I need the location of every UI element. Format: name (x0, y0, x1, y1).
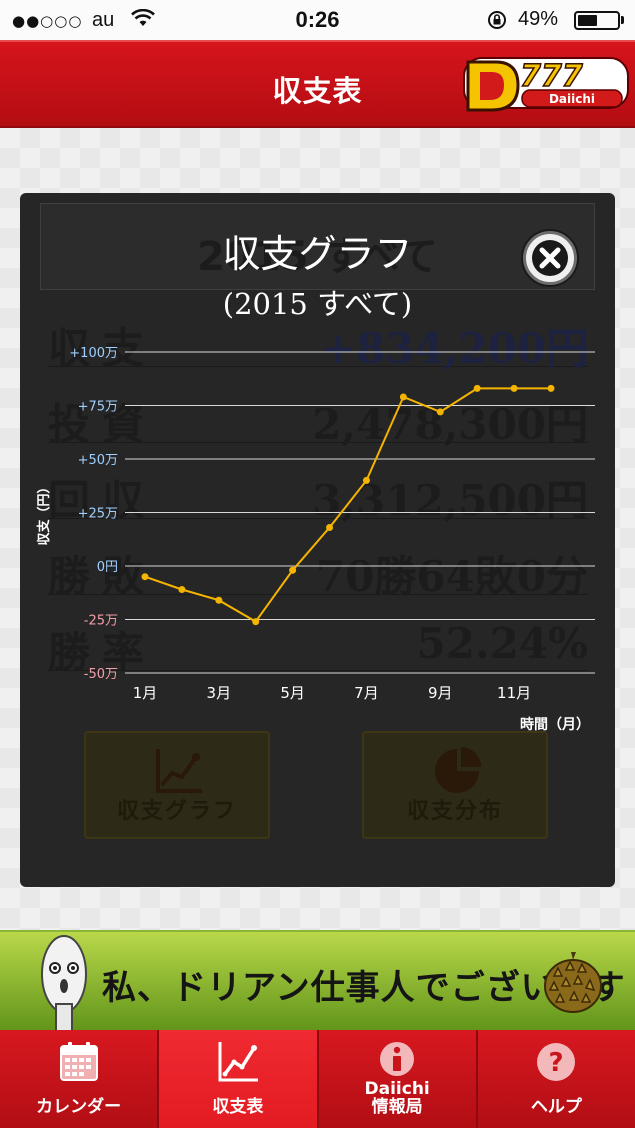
help-icon: ? (537, 1043, 576, 1081)
logo-777: 777 (520, 59, 583, 94)
y-tick-label: +50万 (78, 453, 118, 468)
tab-label: カレンダー (36, 1097, 122, 1117)
tab-help[interactable]: ? ヘルプ (477, 1030, 635, 1128)
chart-modal: 2015 すべて 収支 +834,200円 投資 2,478,300円 回収 3… (20, 193, 615, 887)
tab-calendar[interactable]: カレンダー (0, 1030, 160, 1128)
tab-label: 収支表 (212, 1097, 264, 1117)
x-tick-label: 3月 (207, 684, 232, 702)
data-point (399, 393, 407, 401)
status-bar: ●●○○○ au 0:26 49% (0, 0, 635, 40)
logo-daiichi: Daiichi (549, 92, 595, 106)
series-line (144, 387, 551, 623)
y-tick-label: 0円 (97, 560, 118, 575)
data-point (436, 408, 444, 416)
y-tick-label: -50万 (84, 667, 118, 682)
income-line-chart: +100万 +75万 +50万 +25万 0円 -25万 -50万 1月 3月 5月 7月 9月 11月… (36, 346, 595, 733)
battery-tip (621, 16, 624, 24)
data-point (215, 596, 223, 604)
calendar-icon (59, 1042, 98, 1081)
data-point (510, 384, 518, 392)
data-point (473, 384, 481, 392)
x-tick-label: 7月 (354, 684, 379, 702)
tab-label: ヘルプ (530, 1097, 582, 1117)
y-tick-label: -25万 (84, 614, 118, 629)
svg-text:?: ? (549, 1048, 564, 1078)
data-point (289, 566, 297, 574)
data-point (252, 618, 260, 626)
y-tick-label: +75万 (78, 400, 118, 415)
tab-income-table[interactable]: 収支表 (159, 1030, 319, 1128)
tab-daiichi-info[interactable]: Daiichi 情報局 (318, 1030, 478, 1128)
y-axis-label: 収支（円） (36, 480, 52, 545)
data-point (326, 523, 334, 531)
info-icon (380, 1042, 415, 1076)
data-point (362, 476, 370, 484)
y-tick-label: +100万 (69, 346, 118, 361)
x-axis-label: 時間（月） (520, 716, 590, 733)
tab-label: Daiichi 情報局 (364, 1079, 430, 1117)
spoon-mascot-icon (41, 935, 87, 1030)
x-tick-label: 11月 (497, 684, 531, 702)
chart-icon (218, 1042, 258, 1082)
daiichi-logo[interactable]: 777 Daiichi (462, 52, 630, 118)
x-tick-label: 5月 (280, 684, 305, 702)
battery-percent: 49% (518, 8, 559, 30)
data-point (547, 384, 555, 392)
bottom-tab-bar: カレンダー 収支表 Daiichi 情報局 ? ヘルプ (0, 1030, 635, 1128)
data-point (141, 573, 149, 581)
y-tick-label: +25万 (78, 507, 118, 522)
x-tick-label: 9月 (428, 684, 453, 702)
ad-banner[interactable]: 私、ドリアン仕事人でございます (0, 930, 635, 1030)
x-tick-label: 1月 (133, 684, 158, 702)
orientation-lock-icon (488, 11, 506, 29)
app-screen: ●●○○○ au 0:26 49% 収支表 777 Daiichi 2015 す… (0, 0, 635, 1128)
battery-icon (574, 11, 620, 30)
durian-icon (544, 952, 602, 1013)
data-point (178, 586, 186, 594)
